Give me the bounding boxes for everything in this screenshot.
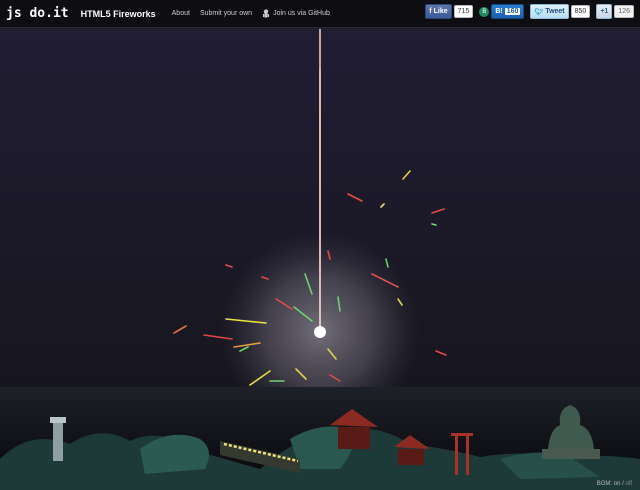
facebook-like-widget: f Like 715 xyxy=(425,4,474,19)
top-nav: About Submit your own Join us via GitHub xyxy=(172,9,330,18)
nav-about-link[interactable]: About xyxy=(172,10,190,17)
site-logo[interactable]: js do.it xyxy=(6,6,69,21)
tweet-button[interactable]: 🐦︎ Tweet xyxy=(530,4,569,19)
social-buttons: f Like 715 B B! 160 🐦︎ Tweet 850 +1 126 xyxy=(425,4,634,19)
nav-github-link[interactable]: Join us via GitHub xyxy=(262,9,330,18)
tweet-count: 850 xyxy=(570,5,591,18)
fireworks-canvas[interactable] xyxy=(0,29,640,490)
lighthouse-tower xyxy=(53,421,63,461)
facebook-icon: f xyxy=(429,8,432,15)
google-plus-icon: +1 xyxy=(600,8,609,15)
hatena-icon[interactable]: B xyxy=(479,6,490,17)
top-bar: js do.it HTML5 Fireworks About Submit yo… xyxy=(0,0,640,28)
facebook-like-button[interactable]: f Like xyxy=(425,4,452,19)
hatena-bookmark-icon: B! xyxy=(495,8,503,15)
spark xyxy=(431,223,437,226)
bgm-on-link[interactable]: on xyxy=(614,481,621,487)
hatena-widget: B B! 160 xyxy=(479,4,525,19)
bgm-separator: / xyxy=(622,481,624,487)
lighthouse-top xyxy=(50,417,66,423)
shrine-body xyxy=(338,427,370,449)
page-title: HTML5 Fireworks xyxy=(80,8,156,19)
bgm-toggle: BGM: on / off xyxy=(597,481,632,487)
google-plus-count: 126 xyxy=(614,5,634,18)
shrine-body xyxy=(398,449,424,465)
hatena-count: 160 xyxy=(504,8,521,15)
github-icon xyxy=(263,9,270,18)
facebook-like-count: 715 xyxy=(453,5,474,18)
google-plus-widget: +1 126 xyxy=(596,4,634,19)
buddha-pedestal xyxy=(542,449,600,459)
torii-gate xyxy=(455,435,458,475)
github-link-label: Join us via GitHub xyxy=(273,10,330,17)
tweet-label: Tweet xyxy=(545,8,565,15)
tweet-widget: 🐦︎ Tweet 850 xyxy=(530,4,591,19)
torii-gate xyxy=(451,433,473,436)
google-plus-button[interactable]: +1 xyxy=(596,4,613,19)
bgm-off-link[interactable]: off xyxy=(625,481,632,487)
bgm-label: BGM: xyxy=(596,481,613,487)
torii-gate xyxy=(466,435,469,475)
nav-submit-link[interactable]: Submit your own xyxy=(200,10,252,17)
twitter-icon: 🐦︎ xyxy=(534,8,544,16)
firework-core xyxy=(314,326,326,338)
hatena-bookmark-button[interactable]: B! 160 xyxy=(491,4,525,19)
facebook-like-label: Like xyxy=(433,8,448,15)
